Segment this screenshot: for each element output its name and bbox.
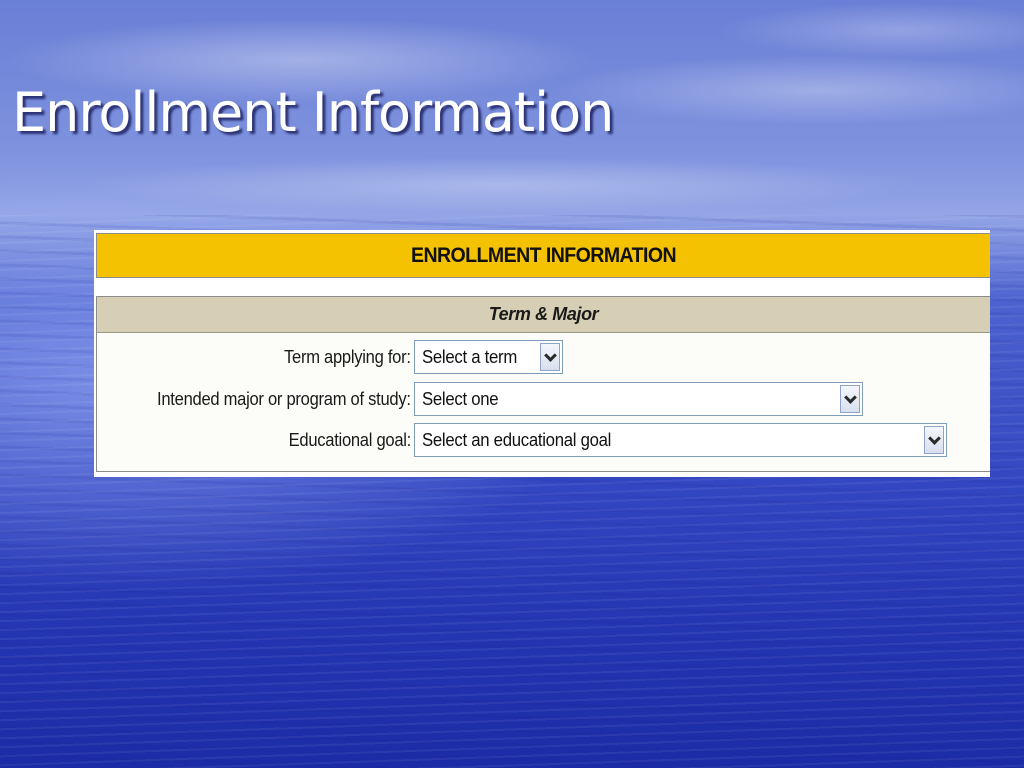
major-select-value: Select one xyxy=(422,389,499,409)
chevron-down-icon[interactable] xyxy=(840,385,860,413)
chevron-down-icon[interactable] xyxy=(540,343,560,371)
term-row: Term applying for: Select a term xyxy=(97,340,990,374)
major-label: Intended major or program of study: xyxy=(157,389,411,409)
form-header-title: ENROLLMENT INFORMATION xyxy=(410,243,677,267)
term-select-value: Select a term xyxy=(422,347,517,367)
term-label: Term applying for: xyxy=(284,347,411,367)
term-major-section: Term & Major Term applying for: Select a… xyxy=(96,296,990,472)
slide-title: Enrollment Information xyxy=(12,81,614,144)
major-row: Intended major or program of study: Sele… xyxy=(97,382,990,416)
section-title: Term & Major xyxy=(488,304,599,324)
form-header: ENROLLMENT INFORMATION xyxy=(96,233,990,278)
major-select[interactable]: Select one xyxy=(414,382,863,416)
goal-select[interactable]: Select an educational goal xyxy=(414,423,947,457)
goal-select-value: Select an educational goal xyxy=(422,430,612,450)
chevron-down-icon[interactable] xyxy=(924,426,944,454)
term-select[interactable]: Select a term xyxy=(414,340,563,374)
goal-row: Educational goal: Select an educational … xyxy=(97,423,990,457)
enrollment-form: ENROLLMENT INFORMATION Term & Major Term… xyxy=(94,230,990,477)
goal-label: Educational goal: xyxy=(288,430,412,450)
section-header: Term & Major xyxy=(97,297,990,333)
